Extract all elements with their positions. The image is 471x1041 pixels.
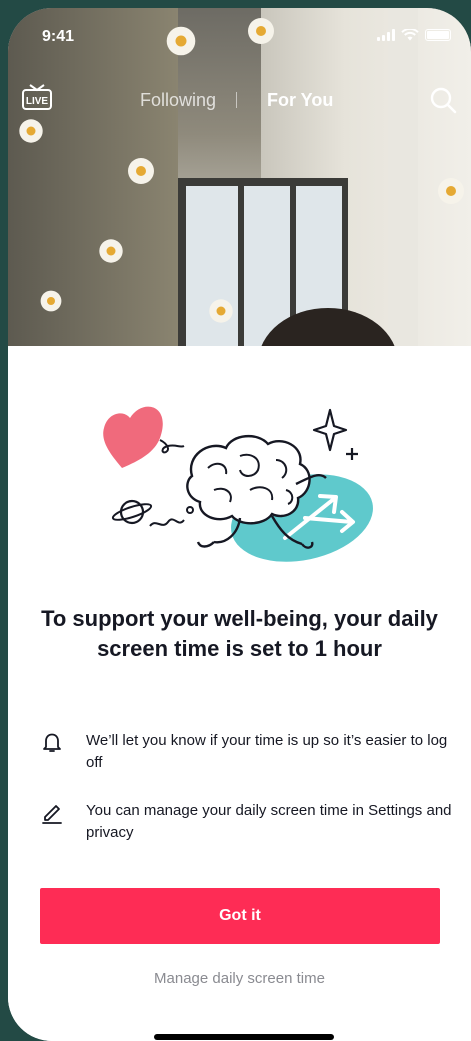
- heart-shape: [103, 406, 163, 468]
- video-background[interactable]: [8, 8, 471, 368]
- home-indicator[interactable]: [154, 1034, 334, 1040]
- brain-shape: [186, 435, 311, 525]
- status-bar: 9:41: [8, 8, 471, 58]
- bell-icon: [43, 733, 61, 752]
- battery-icon: [425, 29, 451, 41]
- sparkle-shape: [312, 408, 348, 452]
- status-time: 9:41: [42, 28, 75, 45]
- phone-screen: 9:41 LIVE Following For You To support y…: [8, 8, 471, 1041]
- tab-for-you[interactable]: For You: [267, 90, 333, 111]
- status-icons: [377, 29, 451, 41]
- wifi-icon: [401, 29, 419, 41]
- tab-following[interactable]: Following: [140, 90, 216, 111]
- info-text-notify: We’ll let you know if your time is up so…: [86, 732, 448, 771]
- search-icon[interactable]: [429, 86, 457, 114]
- sheet-headline: To support your well-being, your daily s…: [41, 606, 438, 661]
- got-it-button[interactable]: Got it: [40, 888, 440, 944]
- wellbeing-illustration: [103, 406, 373, 562]
- live-tv-icon[interactable]: LIVE: [20, 82, 54, 112]
- top-navigation: LIVE Following For You: [8, 78, 471, 118]
- info-text-manage: You can manage your daily screen time in…: [86, 802, 452, 841]
- pencil-icon: [42, 805, 62, 824]
- svg-text:LIVE: LIVE: [26, 96, 49, 107]
- tab-divider: [236, 92, 237, 108]
- manage-screen-time-link[interactable]: Manage daily screen time: [8, 970, 471, 987]
- screen-time-sheet: To support your well-being, your daily s…: [8, 346, 471, 1041]
- cellular-signal-icon: [377, 29, 395, 41]
